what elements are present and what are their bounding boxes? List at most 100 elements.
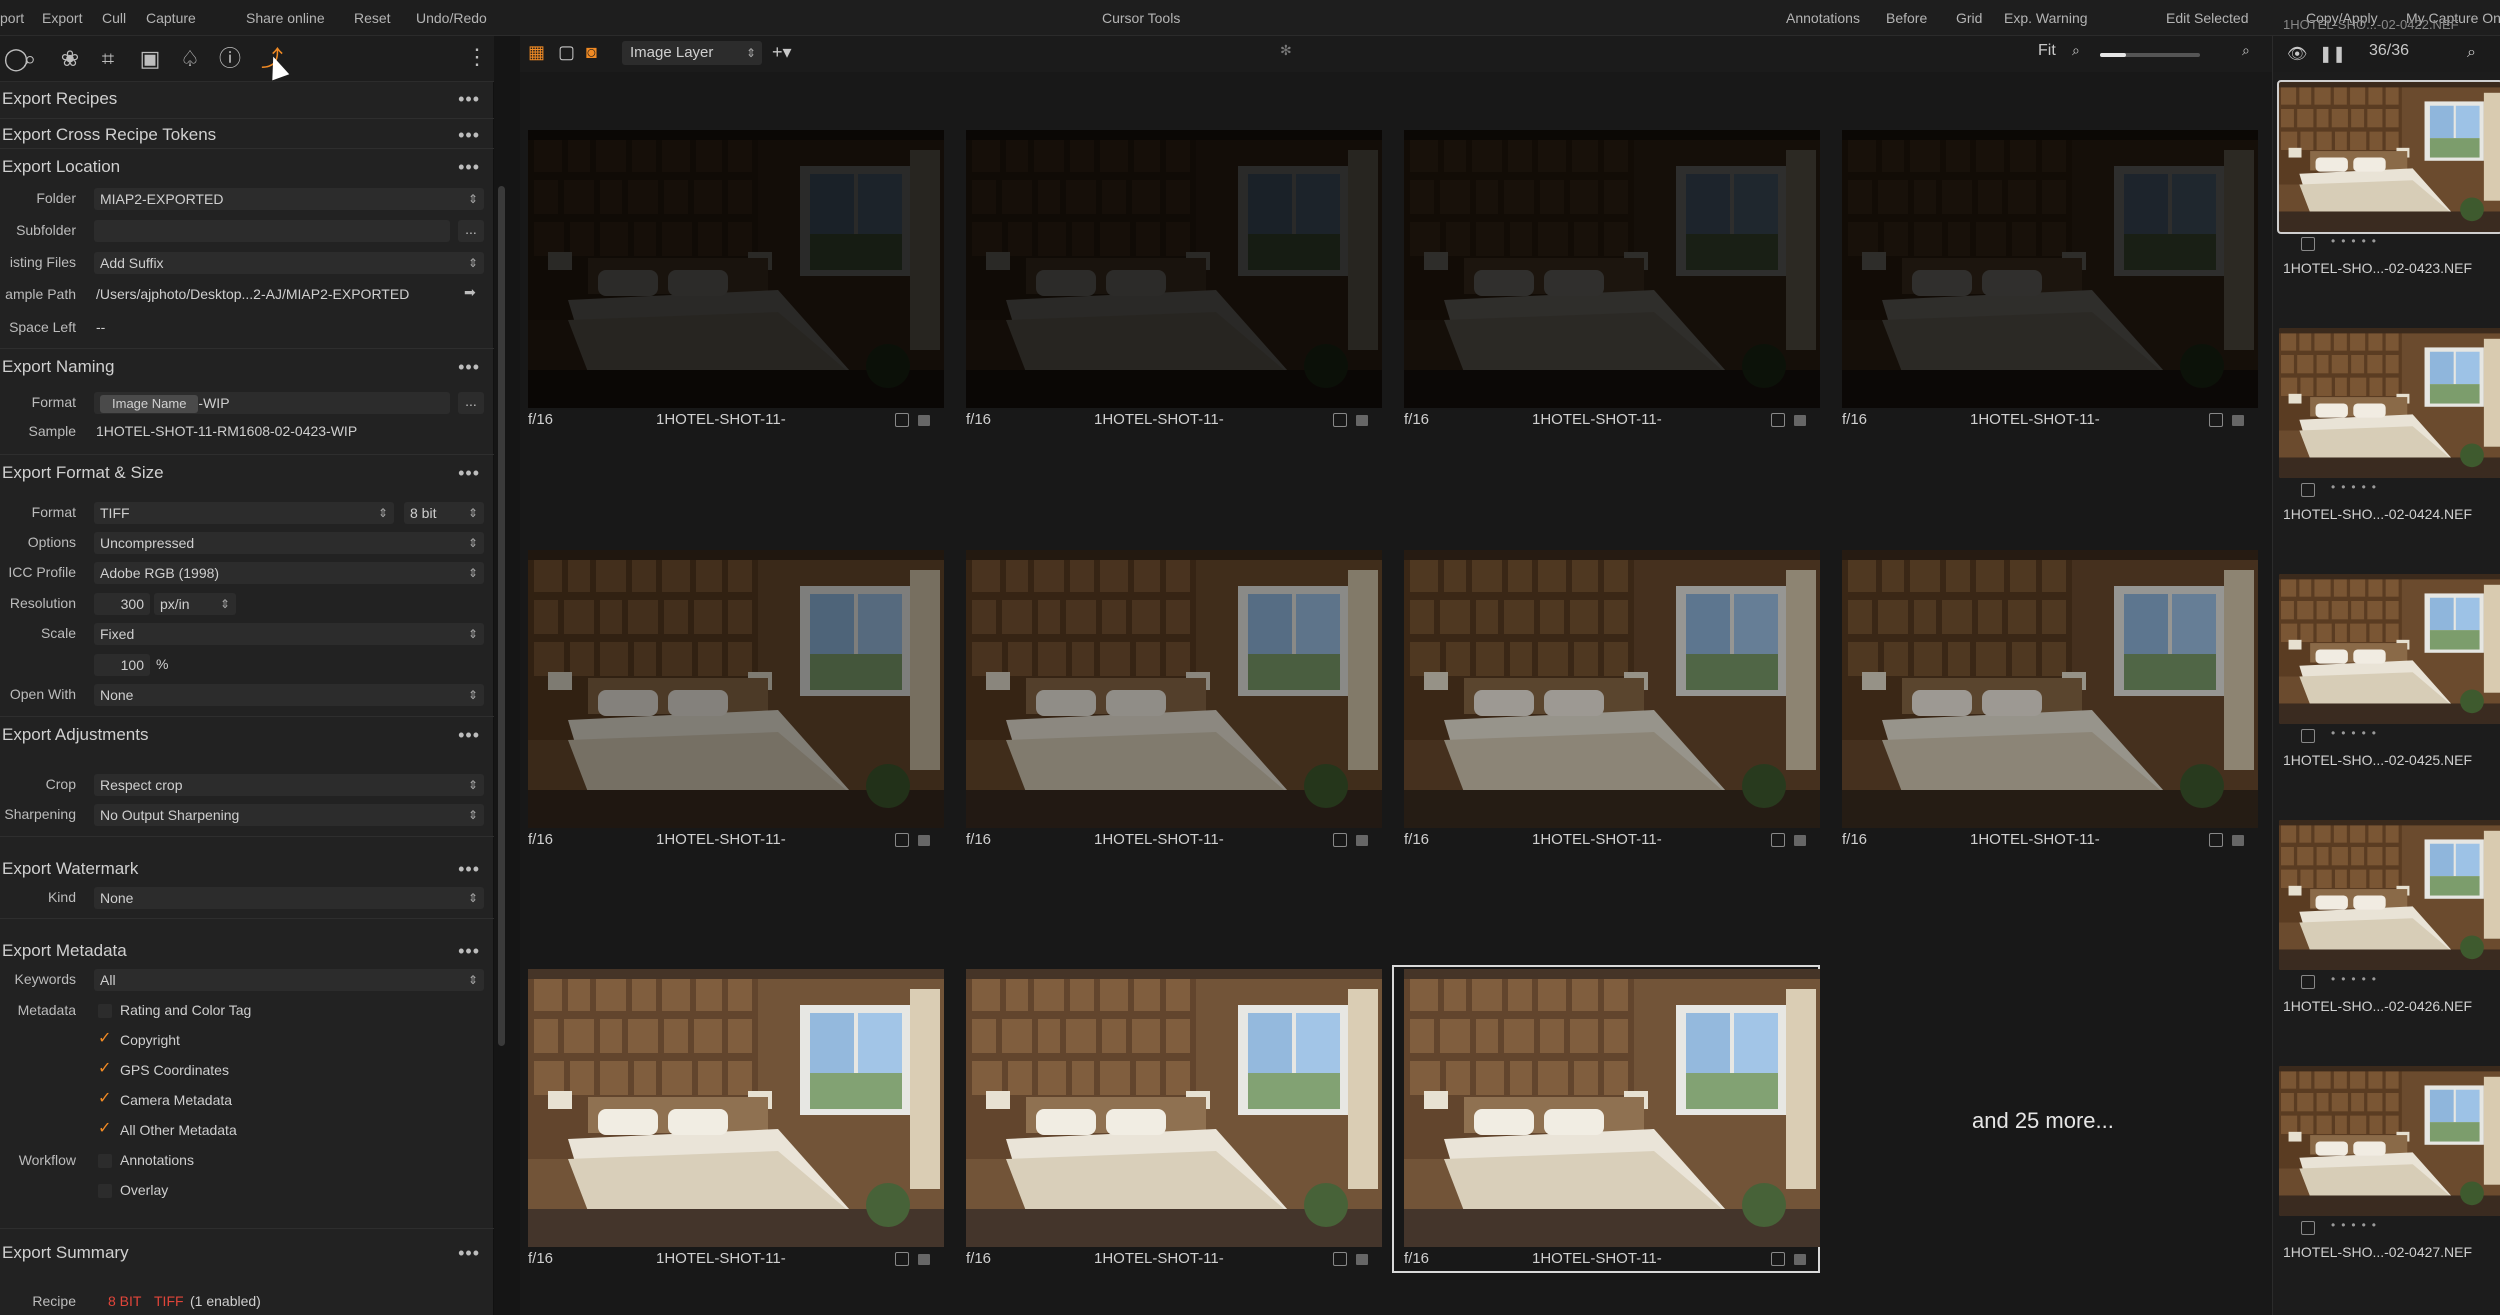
section-menu-icon[interactable]: ••• — [458, 934, 480, 968]
select-checkbox[interactable] — [2301, 729, 2315, 743]
rating-dots[interactable]: ••••• — [2331, 972, 2382, 986]
section-export-format-size[interactable]: Export Format & Size ••• — [0, 456, 494, 490]
scale-percent-input[interactable]: 100 — [94, 654, 150, 676]
info-icon[interactable]: ⓘ — [216, 45, 244, 73]
select-checkbox[interactable] — [1333, 833, 1347, 847]
section-menu-icon[interactable]: ••• — [458, 456, 480, 490]
grid-thumbnail[interactable]: f/16 1HOTEL-SHOT-11- — [1834, 550, 2258, 850]
open-with-select[interactable]: None ⇕ — [94, 684, 484, 706]
grid-thumbnail[interactable]: f/16 1HOTEL-SHOT-11- — [958, 550, 1382, 850]
section-menu-icon[interactable]: ••• — [458, 82, 480, 116]
watermark-kind-select[interactable]: None ⇕ — [94, 887, 484, 909]
single-view-icon[interactable]: ▢ — [558, 42, 575, 63]
image-name-token[interactable]: Image Name — [100, 395, 199, 413]
menu-reset[interactable]: Reset — [354, 10, 391, 26]
menu-annotations[interactable]: Annotations — [1786, 10, 1860, 26]
section-menu-icon[interactable]: ••• — [458, 350, 480, 384]
grid-thumbnail[interactable]: f/16 1HOTEL-SHOT-11- — [1396, 550, 1820, 850]
select-checkbox[interactable] — [895, 833, 909, 847]
panel-scrollbar[interactable] — [498, 186, 505, 1046]
copyright-checkbox[interactable]: ✓ — [98, 1031, 112, 1047]
gps-checkbox[interactable]: ✓ — [98, 1061, 112, 1077]
layer-select[interactable]: Image Layer ⇕ — [622, 41, 762, 65]
filmstrip-item[interactable]: ••••• 1HOTEL-SHO...-02-0426.NEF — [2279, 820, 2500, 1066]
grid-thumbnail[interactable]: f/16 1HOTEL-SHOT-11- — [520, 130, 944, 430]
select-checkbox[interactable] — [1771, 413, 1785, 427]
menu-import[interactable]: port — [0, 10, 24, 26]
select-checkbox[interactable] — [2301, 237, 2315, 251]
naming-format-input[interactable]: Image Name -WIP — [94, 392, 450, 414]
menu-capture[interactable]: Capture — [146, 10, 196, 26]
bit-depth-select[interactable]: 8 bit ⇕ — [404, 502, 484, 524]
filmstrip-item[interactable]: ••••• 1HOTEL-SHO...-02-0424.NEF — [2279, 328, 2500, 574]
menu-edit-selected[interactable]: Edit Selected — [2166, 10, 2249, 26]
add-layer-icon[interactable]: +▾ — [772, 42, 792, 63]
overlay-checkbox[interactable] — [98, 1184, 112, 1198]
naming-token-button[interactable]: ... — [458, 392, 484, 414]
menu-grid[interactable]: Grid — [1956, 10, 1982, 26]
grid-thumbnail[interactable]: f/16 1HOTEL-SHOT-11- — [1396, 130, 1820, 430]
search-tool-icon[interactable]: ⌕ — [16, 45, 44, 73]
rating-dots[interactable]: ••••• — [2331, 726, 2382, 740]
grid-thumbnail[interactable]: f/16 1HOTEL-SHOT-11- — [958, 130, 1382, 430]
zoom-in-icon[interactable]: ⌕ — [2242, 42, 2250, 59]
grid-view-icon[interactable]: ▦ — [528, 42, 545, 63]
select-checkbox[interactable] — [1333, 413, 1347, 427]
section-export-location[interactable]: Export Location ••• — [0, 150, 494, 184]
menu-cull[interactable]: Cull — [102, 10, 126, 26]
crop-select[interactable]: Respect crop ⇕ — [94, 774, 484, 796]
grid-thumbnail[interactable]: f/16 1HOTEL-SHOT-11- — [1834, 130, 2258, 430]
multi-view-icon[interactable]: ◙ — [586, 42, 597, 63]
section-menu-icon[interactable]: ••• — [458, 118, 480, 152]
reveal-arrow-icon[interactable]: ➡ — [464, 284, 476, 301]
keywords-select[interactable]: All ⇕ — [94, 969, 484, 991]
menu-share-online[interactable]: Share online — [246, 10, 325, 26]
grid-thumbnail[interactable]: f/16 1HOTEL-SHOT-11- — [958, 969, 1382, 1269]
select-checkbox[interactable] — [895, 1252, 909, 1266]
color-tool-icon[interactable]: ❀ — [56, 45, 84, 73]
subfolder-input[interactable] — [94, 220, 450, 242]
rating-color-checkbox[interactable] — [98, 1004, 112, 1018]
section-menu-icon[interactable]: ••• — [458, 150, 480, 184]
zoom-out-icon[interactable]: ⌕ — [2072, 42, 2080, 59]
existing-files-select[interactable]: Add Suffix ⇕ — [94, 252, 484, 274]
annotations-checkbox[interactable] — [98, 1154, 112, 1168]
menu-before[interactable]: Before — [1886, 10, 1927, 26]
camera-tool-icon[interactable]: ▣ — [136, 45, 164, 73]
all-other-metadata-checkbox[interactable]: ✓ — [98, 1121, 112, 1137]
select-checkbox[interactable] — [2209, 413, 2223, 427]
rating-dots[interactable]: ••••• — [2331, 480, 2382, 494]
select-checkbox[interactable] — [2209, 833, 2223, 847]
search-icon[interactable]: ⌕ — [2467, 44, 2476, 62]
sharpening-select[interactable]: No Output Sharpening ⇕ — [94, 804, 484, 826]
resolution-input[interactable]: 300 — [94, 593, 150, 615]
section-export-adjustments[interactable]: Export Adjustments ••• — [0, 718, 494, 752]
section-menu-icon[interactable]: ••• — [458, 718, 480, 752]
select-checkbox[interactable] — [2301, 975, 2315, 989]
scale-select[interactable]: Fixed ⇕ — [94, 623, 484, 645]
grid-thumbnail[interactable]: f/16 1HOTEL-SHOT-11- — [520, 969, 944, 1269]
file-format-select[interactable]: TIFF ⇕ — [94, 502, 394, 524]
grid-thumbnail-selected[interactable]: f/16 1HOTEL-SHOT-11- — [1392, 965, 1820, 1273]
filmstrip-item[interactable]: ••••• 1HOTEL-SHO...-02-0423.NEF — [2277, 80, 2500, 328]
rating-dots[interactable]: ••••• — [2331, 234, 2382, 248]
select-checkbox[interactable] — [1771, 1252, 1785, 1266]
options-select[interactable]: Uncompressed ⇕ — [94, 532, 484, 554]
section-menu-icon[interactable]: ••• — [458, 852, 480, 886]
zoom-slider[interactable] — [2100, 53, 2200, 57]
section-export-watermark[interactable]: Export Watermark ••• — [0, 852, 494, 886]
select-checkbox[interactable] — [2301, 1221, 2315, 1235]
menu-cursor-tools[interactable]: Cursor Tools — [1102, 10, 1180, 26]
select-checkbox[interactable] — [1333, 1252, 1347, 1266]
section-cross-recipe-tokens[interactable]: Export Cross Recipe Tokens ••• — [0, 118, 494, 152]
section-export-summary[interactable]: Export Summary ••• — [0, 1236, 494, 1270]
menu-exp-warning[interactable]: Exp. Warning — [2004, 10, 2088, 26]
icc-profile-select[interactable]: Adobe RGB (1998) ⇕ — [94, 562, 484, 584]
eye-icon[interactable]: 👁 — [2287, 44, 2307, 64]
subfolder-token-button[interactable]: ... — [458, 220, 484, 242]
rating-dots[interactable]: ••••• — [2331, 1218, 2382, 1232]
filmstrip-item[interactable]: ••••• 1HOTEL-SHO...-02-0425.NEF — [2279, 574, 2500, 820]
resolution-unit-select[interactable]: px/in ⇕ — [154, 593, 236, 615]
section-export-metadata[interactable]: Export Metadata ••• — [0, 934, 494, 968]
folder-select[interactable]: MIAP2-EXPORTED ⇕ — [94, 188, 484, 210]
